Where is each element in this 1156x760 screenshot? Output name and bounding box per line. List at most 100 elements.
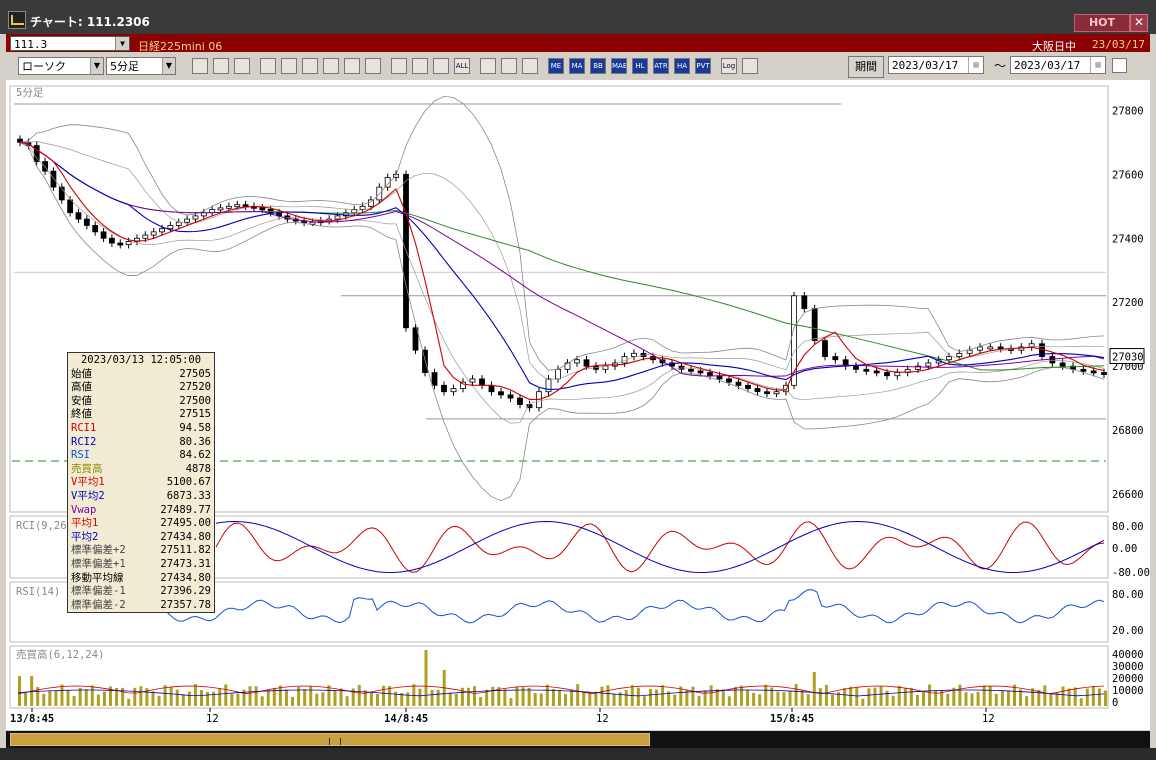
- volume-bar: [764, 684, 768, 706]
- cross-icon[interactable]: [213, 58, 229, 74]
- volume-bar: [72, 695, 76, 706]
- session-date: 23/03/17: [1092, 38, 1145, 51]
- volume-bar: [491, 686, 495, 706]
- arrow-icon[interactable]: [391, 58, 407, 74]
- volume-bar: [357, 684, 361, 706]
- volume-bar: [545, 684, 549, 706]
- volume-bar: [200, 690, 204, 706]
- volume-bar: [1043, 685, 1047, 706]
- pointer-icon[interactable]: [365, 58, 381, 74]
- ma-button[interactable]: MA: [569, 58, 585, 74]
- rect-icon[interactable]: [281, 58, 297, 74]
- pvt-button[interactable]: PVT: [695, 58, 711, 74]
- volume-bar: [321, 692, 325, 706]
- candle-body: [450, 388, 457, 393]
- log-button[interactable]: Log: [721, 58, 737, 74]
- candle-body: [488, 384, 495, 393]
- candle-body: [894, 372, 901, 377]
- chevron-down-icon[interactable]: ▼: [90, 58, 103, 74]
- volume-bar: [746, 689, 750, 706]
- chevron-down-icon[interactable]: ▼: [115, 37, 129, 50]
- from-date-field[interactable]: 2023/03/17 ▤: [888, 56, 984, 74]
- volume-bar: [254, 686, 258, 706]
- volume-bar: [454, 693, 458, 706]
- info-value: 84.62: [179, 449, 211, 462]
- candle-body: [109, 237, 115, 244]
- price-axis-tick: 26800: [1112, 425, 1144, 437]
- title-bar[interactable]: チャート: 111.2306 HOT ✕: [0, 0, 1156, 34]
- candle-body: [697, 370, 704, 374]
- option-checkbox[interactable]: [1112, 58, 1127, 73]
- info-label: Vwap: [71, 503, 97, 516]
- ha-button[interactable]: HA: [674, 58, 690, 74]
- info-value: 27495.00: [160, 517, 211, 530]
- candle-body: [735, 381, 742, 386]
- candle-body: [498, 391, 504, 396]
- volume-bar: [527, 687, 531, 706]
- candle-icon[interactable]: [412, 58, 428, 74]
- horizontal-scrollbar[interactable]: [6, 731, 1150, 748]
- line-icon[interactable]: [344, 58, 360, 74]
- info-label: V平均2: [71, 489, 105, 502]
- volume-bar: [309, 686, 313, 706]
- me-button[interactable]: ME: [548, 58, 564, 74]
- candle-body: [754, 388, 761, 393]
- chart-area[interactable]: 27800 27600 27400 27200 27000 26800 26600 5分足 27…: [6, 80, 1150, 730]
- arrow-down-icon[interactable]: [234, 58, 250, 74]
- bb-button[interactable]: BB: [590, 58, 606, 74]
- chart-type-select[interactable]: ローソク ▼: [18, 57, 104, 75]
- volume-bar: [970, 693, 974, 706]
- candle-body: [469, 378, 476, 383]
- candle-body: [75, 212, 82, 220]
- hot-button[interactable]: HOT: [1074, 14, 1130, 32]
- volume-bar: [539, 693, 543, 706]
- mae-button[interactable]: MAE: [611, 58, 627, 74]
- candle-body: [368, 199, 374, 207]
- pie-icon[interactable]: [323, 58, 339, 74]
- all-button[interactable]: ALL: [454, 58, 470, 74]
- close-icon[interactable]: ✕: [1130, 14, 1148, 32]
- compare-icon[interactable]: [302, 58, 318, 74]
- chart-type-value: ローソク: [22, 60, 66, 73]
- candle-body: [83, 218, 90, 226]
- volume-bar: [1085, 688, 1089, 706]
- chevron-down-icon[interactable]: ▼: [162, 58, 175, 74]
- price-panel-title: 5分足: [16, 87, 44, 99]
- volume-bar: [588, 692, 592, 706]
- date-range-separator: 〜: [994, 59, 1007, 73]
- palette-icon[interactable]: [522, 58, 538, 74]
- volume-bar: [1079, 698, 1083, 706]
- rsi-panel-title: RSI(14): [16, 586, 60, 598]
- to-date-field[interactable]: 2023/03/17 ▤: [1010, 56, 1106, 74]
- volume-bar: [473, 686, 477, 706]
- hl-button[interactable]: HL: [632, 58, 648, 74]
- timeframe-select[interactable]: 5分足 ▼: [106, 57, 176, 75]
- info-label: 平均1: [71, 517, 99, 530]
- candle-body: [946, 356, 952, 361]
- scrollbar-thumb[interactable]: [10, 733, 650, 746]
- candle-body: [811, 308, 818, 341]
- gear-icon[interactable]: [480, 58, 496, 74]
- volume-bar: [436, 689, 440, 706]
- zoom-icon[interactable]: [260, 58, 276, 74]
- bar-icon[interactable]: [433, 58, 449, 74]
- candle-body: [142, 234, 149, 239]
- pencil-icon[interactable]: [501, 58, 517, 74]
- calendar-icon[interactable]: ▤: [968, 57, 983, 73]
- info-label: 標準偏差+2: [71, 544, 126, 557]
- rci-axis-tick: 80.00: [1112, 521, 1144, 533]
- info-value: 27434.80: [160, 530, 211, 543]
- candle-body: [431, 372, 438, 386]
- exit-icon[interactable]: [742, 58, 758, 74]
- search-icon[interactable]: [192, 58, 208, 74]
- period-button[interactable]: 期間: [848, 56, 884, 78]
- volume-bar: [503, 689, 507, 706]
- info-row: 移動平均線 27434.80: [71, 572, 211, 586]
- rsi-axis-tick: 80.00: [1112, 589, 1144, 601]
- volume-bar: [921, 691, 925, 706]
- instrument-code-select[interactable]: 111.3 ▼: [10, 36, 130, 51]
- volume-bar: [260, 696, 264, 706]
- atr-button[interactable]: ATR: [653, 58, 669, 74]
- info-value: 5100.67: [166, 476, 211, 489]
- calendar-icon[interactable]: ▤: [1090, 57, 1105, 73]
